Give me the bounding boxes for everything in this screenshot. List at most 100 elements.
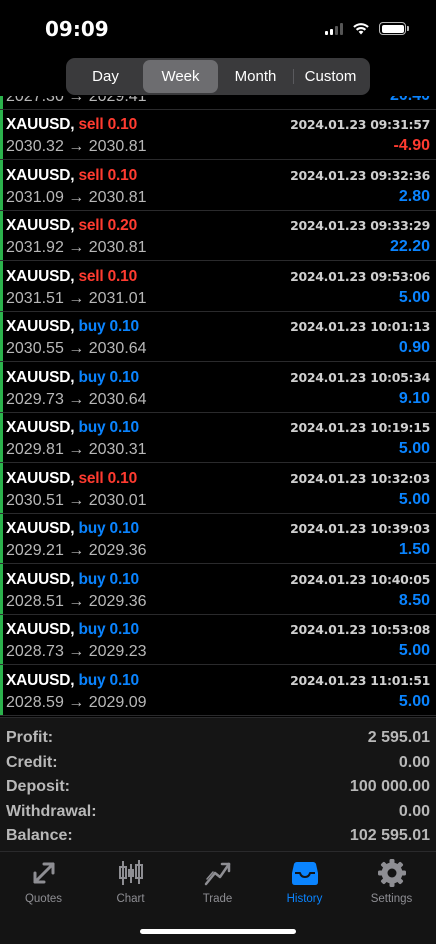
trade-prices: 2029.73 → 2030.64 (6, 390, 147, 408)
summary-label: Withdrawal: (6, 802, 97, 820)
summary-withdrawal: Withdrawal: 0.00 (0, 800, 436, 825)
trade-symbol: XAUUSD, (6, 469, 75, 487)
trade-profit: 0.90 (398, 339, 430, 356)
trade-side: buy 0.10 (78, 368, 139, 386)
tab-trade[interactable]: Trade (174, 858, 261, 905)
trade-time: 2024.01.23 09:32:36 (290, 167, 430, 183)
trade-prices: 2030.32 → 2030.81 (6, 138, 147, 155)
trade-profit: 5.00 (398, 692, 430, 710)
cellular-signal-icon (325, 22, 343, 35)
summary-label: Credit: (6, 753, 58, 771)
tab-label: Quotes (24, 893, 63, 905)
trade-prices: 2028.73 → 2029.23 (6, 643, 147, 660)
trade-prices: 2031.09 → 2030.81 (6, 188, 147, 206)
trade-symbol: XAUUSD, (6, 419, 75, 436)
list-item[interactable]: XAUUSD, buy 0.10 2024.01.23 11:01:51 202… (0, 666, 436, 716)
summary-value: 2 595.01 (367, 729, 430, 747)
trade-profit: 2.80 (398, 187, 430, 205)
trade-side: sell 0.10 (78, 116, 137, 133)
segment-day[interactable]: Day (68, 60, 143, 93)
summary-value: 100 000.00 (349, 778, 430, 796)
tab-chart[interactable]: Chart (87, 858, 174, 905)
segment-custom[interactable]: Custom (293, 60, 368, 93)
trade-side: buy 0.10 (78, 570, 139, 588)
trade-profit: 20.40 (390, 96, 430, 105)
trade-prices: 2028.59 → 2029.09 (6, 693, 147, 711)
battery-icon (379, 22, 409, 35)
tab-label: Trade (202, 893, 233, 905)
trade-time: 2024.01.23 09:53:06 (290, 268, 430, 284)
trade-side: buy 0.10 (78, 621, 139, 638)
summary-deposit: Deposit: 100 000.00 (0, 775, 436, 800)
list-item[interactable]: XAUUSD, sell 0.20 2024.01.23 09:33:29 20… (0, 211, 436, 261)
list-item[interactable]: XAUUSD, sell 0.10 2024.01.23 10:32:03 20… (0, 464, 436, 514)
status-time: 09:09 (45, 17, 109, 41)
trade-profit: 9.10 (398, 389, 430, 407)
trade-prices: 2028.51 → 2029.36 (6, 592, 147, 610)
trade-profit: 5.00 (398, 288, 430, 306)
trade-side: sell 0.10 (78, 166, 137, 184)
trade-time: 2024.01.23 10:32:03 (290, 470, 430, 486)
list-item[interactable]: XAUUSD, buy 0.10 2024.01.23 10:05:34 202… (0, 363, 436, 413)
tab-history[interactable]: History (261, 858, 348, 905)
trade-symbol: XAUUSD, (6, 368, 75, 386)
history-tray-icon (291, 862, 318, 885)
tab-quotes[interactable]: Quotes (0, 858, 87, 905)
summary-value: 0.00 (398, 753, 430, 771)
list-item[interactable]: XAUUSD, buy 0.10 2024.01.23 10:19:15 202… (0, 413, 436, 463)
tab-settings[interactable]: Settings (348, 858, 435, 905)
trade-history-list[interactable]: 2027.30 → 2029.41 20.40 XAUUSD, sell 0.1… (0, 96, 436, 716)
trade-symbol: XAUUSD, (6, 318, 75, 335)
status-bar: 09:09 (0, 0, 436, 60)
trade-time: 2024.01.23 10:19:15 (290, 420, 430, 435)
trade-profit: 5.00 (398, 490, 430, 508)
trade-side: sell 0.10 (78, 469, 137, 487)
trade-time: 2024.01.23 10:40:05 (290, 571, 430, 587)
trade-profit: -4.90 (393, 137, 430, 154)
list-item-partial[interactable]: 2027.30 → 2029.41 20.40 (0, 96, 436, 110)
list-item[interactable]: XAUUSD, buy 0.10 2024.01.23 10:53:08 202… (0, 615, 436, 665)
trade-profit: 5.00 (398, 642, 430, 659)
trade-profit: 1.50 (398, 541, 430, 558)
account-summary: Profit: 2 595.01 Credit: 0.00 Deposit: 100 … (0, 717, 436, 851)
trade-time: 2024.01.23 09:31:57 (290, 117, 430, 132)
candlestick-chart-icon (118, 860, 143, 885)
segment-month[interactable]: Month (218, 60, 293, 93)
trade-prices: 2029.21 → 2029.36 (6, 542, 147, 559)
trade-prices: 2030.55 → 2030.64 (6, 340, 147, 357)
trade-symbol: XAUUSD, (6, 166, 75, 184)
summary-profit: Profit: 2 595.01 (0, 726, 436, 751)
segment-week[interactable]: Week (143, 60, 218, 93)
quotes-icon (33, 862, 54, 884)
trade-side: buy 0.10 (78, 318, 139, 335)
summary-label: Balance: (6, 827, 73, 845)
trade-symbol: XAUUSD, (6, 267, 75, 285)
trade-side: buy 0.10 (78, 520, 139, 537)
list-item[interactable]: XAUUSD, sell 0.10 2024.01.23 09:31:57 20… (0, 110, 436, 160)
trade-symbol: XAUUSD, (6, 671, 75, 689)
list-item[interactable]: XAUUSD, sell 0.10 2024.01.23 09:32:36 20… (0, 161, 436, 211)
summary-balance: Balance: 102 595.01 (0, 824, 436, 849)
trade-prices: 2030.51 → 2030.01 (6, 491, 147, 509)
list-item[interactable]: XAUUSD, buy 0.10 2024.01.23 10:40:05 202… (0, 565, 436, 615)
list-item[interactable]: XAUUSD, buy 0.10 2024.01.23 10:39:03 202… (0, 514, 436, 564)
trade-symbol: XAUUSD, (6, 116, 75, 133)
list-item[interactable]: XAUUSD, buy 0.10 2024.01.23 10:01:13 203… (0, 312, 436, 362)
trade-time: 2024.01.23 09:33:29 (290, 218, 430, 233)
trade-prices: 2029.81 → 2030.31 (6, 441, 147, 458)
trade-symbol: XAUUSD, (6, 570, 75, 588)
trade-time: 2024.01.23 11:01:51 (290, 672, 430, 688)
trade-side: buy 0.10 (78, 419, 139, 436)
summary-credit: Credit: 0.00 (0, 751, 436, 776)
trade-time: 2024.01.23 10:05:34 (290, 369, 430, 385)
period-segmented-control: Day Week Month Custom (66, 58, 370, 95)
tab-label: Chart (116, 893, 145, 905)
list-item[interactable]: XAUUSD, sell 0.10 2024.01.23 09:53:06 20… (0, 262, 436, 312)
summary-value: 102 595.01 (349, 827, 430, 845)
trade-side: sell 0.20 (78, 217, 137, 234)
trade-profit: 8.50 (398, 591, 430, 609)
trade-profit: 22.20 (389, 238, 430, 255)
trade-side: sell 0.10 (78, 267, 137, 285)
wifi-icon (353, 23, 369, 35)
trade-time: 2024.01.23 10:39:03 (290, 521, 430, 536)
